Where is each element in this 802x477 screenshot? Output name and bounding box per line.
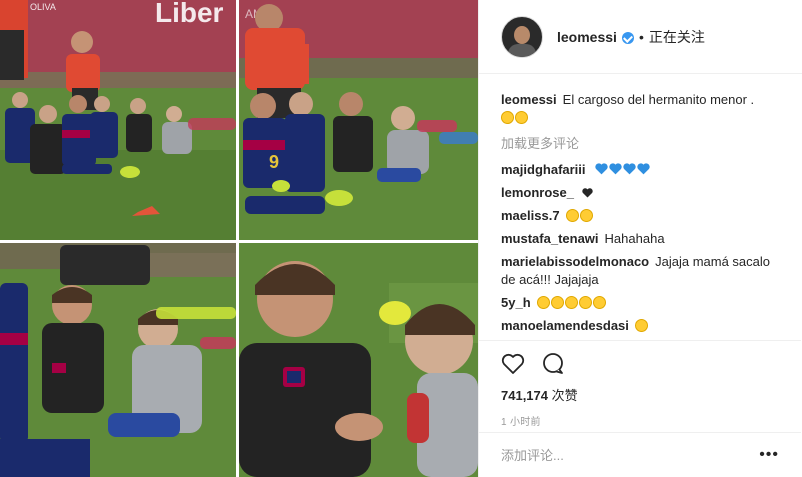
comment-item: marielabissodelmonaco Jajaja mamá sacalo … xyxy=(501,253,780,289)
photo-tile-top-left: Liber OLIVA xyxy=(0,0,236,240)
load-more-comments-button[interactable]: 加载更多评论 xyxy=(501,133,780,152)
action-icons xyxy=(501,351,779,377)
caption-text: El cargoso del hermanito menor . xyxy=(562,92,755,107)
add-comment-input[interactable] xyxy=(501,447,721,463)
comment-username[interactable]: lemonrose_ xyxy=(501,185,574,200)
likes-count[interactable]: 741,174 次赞 xyxy=(501,385,779,404)
comment-item: manoelamendesdasi xyxy=(501,317,780,335)
post-actions: 741,174 次赞 1 小时前 xyxy=(479,340,801,428)
add-comment-bar: ••• xyxy=(479,432,801,477)
post-header: leomessi • 正在关注 xyxy=(479,0,802,74)
face-with-tears-of-joy-icon xyxy=(564,296,578,309)
comment-item: majidghafariii xyxy=(501,161,780,179)
face-with-tears-of-joy-icon xyxy=(592,296,606,309)
photo-tile-bottom-left xyxy=(0,243,236,477)
face-with-tears-of-joy-icon xyxy=(578,296,592,309)
blue-heart-icon xyxy=(637,163,650,175)
comment-item: 5y_h xyxy=(501,294,780,312)
face-with-tears-of-joy-icon xyxy=(634,319,648,332)
speech-bubble-icon[interactable] xyxy=(541,352,565,376)
likes-unit: 次赞 xyxy=(551,388,578,403)
comment-item: lemonrose_ xyxy=(501,184,780,202)
header-username[interactable]: leomessi xyxy=(557,29,617,45)
comment-username[interactable]: maeliss.7 xyxy=(501,208,560,223)
face-with-tears-of-joy-icon xyxy=(579,209,593,222)
heart-outline-icon[interactable] xyxy=(501,353,525,375)
photo-tile-bottom-right xyxy=(239,243,478,477)
more-options-icon[interactable]: ••• xyxy=(759,446,779,464)
banner-text-small: OLIVA xyxy=(30,2,56,12)
verified-badge-icon xyxy=(621,31,634,44)
likes-number: 741,174 xyxy=(501,388,548,403)
face-with-tears-of-joy-icon xyxy=(501,111,514,124)
comment-item: maeliss.7 xyxy=(501,207,780,225)
face-with-tears-of-joy-icon xyxy=(515,111,528,124)
comment-username[interactable]: majidghafariii xyxy=(501,162,586,177)
post-photo[interactable]: Liber OLIVA 9 xyxy=(0,0,478,477)
avatar[interactable] xyxy=(501,15,543,58)
comment-text: Hahahaha xyxy=(604,231,665,246)
comment-item: mustafa_tenawi Hahahaha xyxy=(501,230,780,248)
comment-list: leomessi El cargoso del hermanito menor .… xyxy=(479,74,802,335)
face-with-tears-of-joy-icon xyxy=(565,209,579,222)
blue-heart-icon xyxy=(595,163,608,175)
comment-username[interactable]: mustafa_tenawi xyxy=(501,231,599,246)
header-separator: • xyxy=(638,28,644,45)
caption-username[interactable]: leomessi xyxy=(501,92,557,107)
post-frame: Liber OLIVA 9 leomessi • 正在关注 leomessi E… xyxy=(0,0,802,477)
photo-tile-top-right: AMA 9 xyxy=(239,0,478,240)
jersey-number: 9 xyxy=(269,152,279,172)
post-side-panel: leomessi • 正在关注 leomessi El cargoso del h… xyxy=(478,0,802,477)
comment-username[interactable]: marielabissodelmonaco xyxy=(501,254,649,269)
following-button[interactable]: 正在关注 xyxy=(649,27,705,47)
black-heart-icon xyxy=(582,188,593,198)
caption: leomessi El cargoso del hermanito menor . xyxy=(501,91,780,127)
blue-heart-icon xyxy=(609,163,622,175)
blue-heart-icon xyxy=(623,163,636,175)
banner-text: Liber xyxy=(155,0,224,28)
face-with-tears-of-joy-icon xyxy=(536,296,550,309)
comment-username[interactable]: manoelamendesdasi xyxy=(501,318,629,333)
face-with-tears-of-joy-icon xyxy=(550,296,564,309)
comment-username[interactable]: 5y_h xyxy=(501,295,531,310)
post-timestamp: 1 小时前 xyxy=(501,417,541,428)
